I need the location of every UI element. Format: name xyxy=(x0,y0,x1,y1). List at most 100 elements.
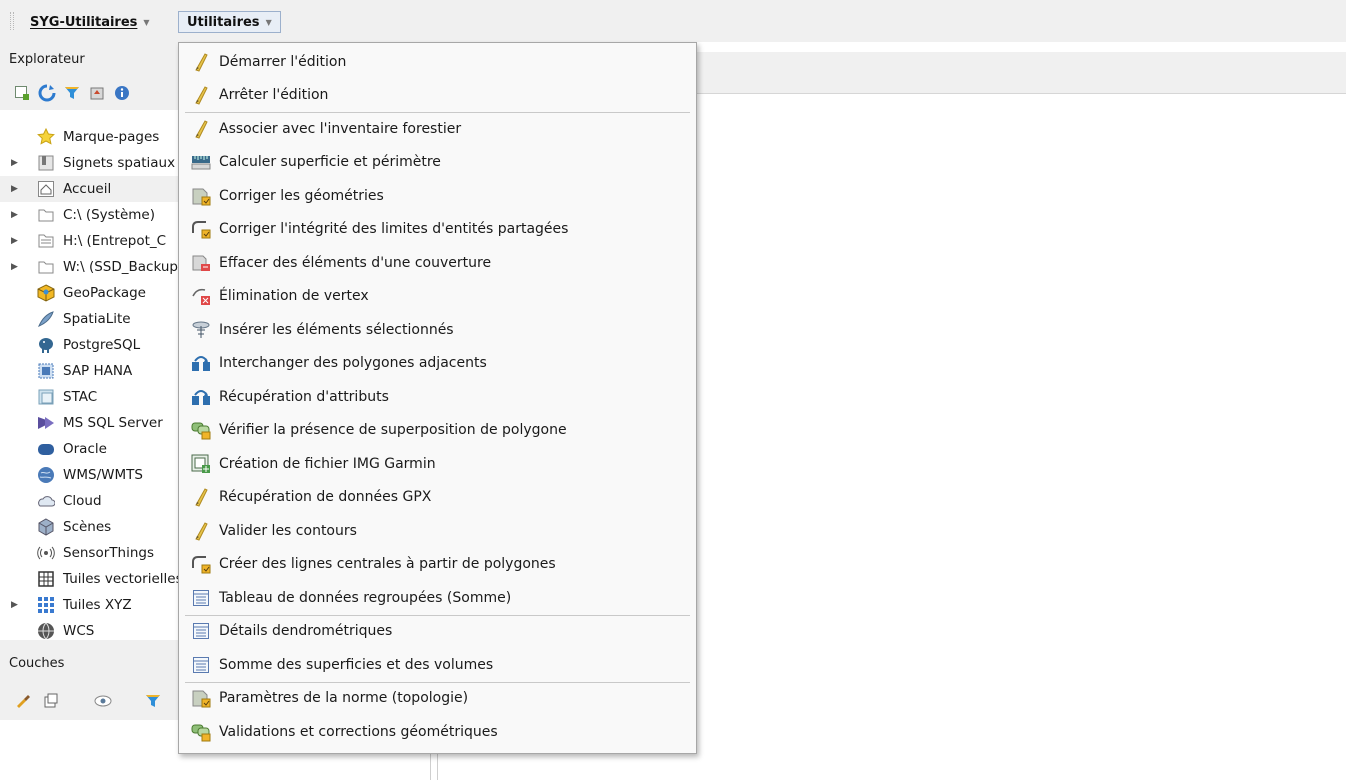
browser-item-label: Accueil xyxy=(63,181,112,197)
expand-arrow-icon[interactable]: ▶ xyxy=(11,262,18,272)
menu-item-label: Créer des lignes centrales à partir de p… xyxy=(219,556,556,572)
home-icon xyxy=(36,179,56,199)
browser-item[interactable]: STAC xyxy=(0,384,178,410)
filter-icon[interactable] xyxy=(144,692,162,710)
browser-item[interactable]: Marque-pages xyxy=(0,124,178,150)
menu-item[interactable]: Récupération de données GPX xyxy=(179,481,696,514)
menu-item-label: Insérer les éléments sélectionnés xyxy=(219,321,454,338)
menu-item[interactable]: Validations et corrections géométriques xyxy=(179,715,696,748)
browser-panel-title: Explorateur xyxy=(0,42,178,76)
overlap-icon xyxy=(191,722,211,742)
menu-item-label: Récupération d'attributs xyxy=(219,388,389,405)
menu-item[interactable]: Valider les contours xyxy=(179,514,696,547)
expand-arrow-icon[interactable]: ▶ xyxy=(11,236,18,246)
menu-item[interactable]: Effacer des éléments d'une couverture xyxy=(179,246,696,279)
menu-item[interactable]: Somme des superficies et des volumes xyxy=(179,648,696,681)
menu-item[interactable]: Paramètres de la norme (topologie) xyxy=(179,682,696,715)
chevron-down-icon: ▼ xyxy=(265,17,272,27)
grid-icon xyxy=(36,569,56,589)
menu-item[interactable]: Tableau de données regroupées (Somme) xyxy=(179,581,696,614)
browser-item[interactable]: GeoPackage xyxy=(0,280,178,306)
vertex-delete-icon xyxy=(191,286,211,306)
star-icon xyxy=(36,127,56,147)
browser-item-label: SensorThings xyxy=(63,545,154,561)
browser-item[interactable]: Scènes xyxy=(0,514,178,540)
eye-icon[interactable] xyxy=(94,692,112,710)
browser-item-label: Signets spatiaux xyxy=(63,155,176,171)
browser-item[interactable]: ▶ W:\ (SSD_Backup xyxy=(0,254,178,280)
browser-item[interactable]: Tuiles vectorielles xyxy=(0,566,178,592)
menu-item-label: Somme des superficies et des volumes xyxy=(219,656,494,673)
panel-splitter[interactable] xyxy=(430,752,438,780)
expand-arrow-icon[interactable]: ▶ xyxy=(11,158,18,168)
menu-item[interactable]: Associer avec l'inventaire forestier xyxy=(179,112,696,145)
globe-icon xyxy=(36,465,56,485)
feather-icon xyxy=(36,309,56,329)
table-icon xyxy=(191,588,211,608)
menu-item[interactable]: Corriger l'intégrité des limites d'entit… xyxy=(179,213,696,246)
browser-item[interactable]: ▶ Accueil xyxy=(0,176,178,202)
menu-item[interactable]: Récupération d'attributs xyxy=(179,380,696,413)
browser-item[interactable]: SensorThings xyxy=(0,540,178,566)
stac-icon xyxy=(36,387,56,407)
utilitaires-menu[interactable]: Utilitaires ▼ xyxy=(178,11,281,33)
elephant-icon xyxy=(36,335,56,355)
browser-item[interactable]: ▶ Tuiles XYZ xyxy=(0,592,178,618)
fix-geometry-icon xyxy=(191,688,211,708)
pencil-icon xyxy=(191,52,211,72)
browser-item-label: Tuiles vectorielles xyxy=(63,571,178,587)
browser-item-label: Cloud xyxy=(63,493,102,509)
swap-polygon-icon xyxy=(191,387,211,407)
browser-item[interactable]: ▶ H:\ (Entrepot_C xyxy=(0,228,178,254)
refresh-icon[interactable] xyxy=(38,84,56,102)
expand-arrow-icon[interactable]: ▶ xyxy=(11,184,18,194)
browser-item-label: MS SQL Server xyxy=(63,415,163,431)
menu-item[interactable]: Créer des lignes centrales à partir de p… xyxy=(179,548,696,581)
style-icon[interactable] xyxy=(14,692,32,710)
network-drive-icon xyxy=(36,231,56,251)
menu-item[interactable]: Arrêter l'édition xyxy=(179,79,696,112)
browser-item-label: GeoPackage xyxy=(63,285,146,301)
menu-item[interactable]: Détails dendrométriques xyxy=(179,615,696,648)
menu-item[interactable]: Démarrer l'édition xyxy=(179,45,696,78)
browser-item[interactable]: SAP HANA xyxy=(0,358,178,384)
pencil-icon xyxy=(191,487,211,507)
menu-item[interactable]: Insérer les éléments sélectionnés xyxy=(179,313,696,346)
menu-item[interactable]: Vérifier la présence de superposition de… xyxy=(179,414,696,447)
fix-line-icon xyxy=(191,219,211,239)
menu-item-label: Élimination de vertex xyxy=(219,288,369,304)
qgis-window: SYG-Utilitaires ▼ Utilitaires ▼ Explorat… xyxy=(0,0,1346,780)
fix-line-icon xyxy=(191,554,211,574)
menu-item[interactable]: Calculer superficie et périmètre xyxy=(179,146,696,179)
menu-item[interactable]: Interchanger des polygones adjacents xyxy=(179,347,696,380)
utilitaires-label: Utilitaires xyxy=(187,14,260,30)
add-group-icon[interactable] xyxy=(42,692,60,710)
menu-item[interactable]: Corriger les géométries xyxy=(179,179,696,212)
browser-item[interactable]: SpatiaLite xyxy=(0,306,178,332)
expand-arrow-icon[interactable]: ▶ xyxy=(11,210,18,220)
browser-item[interactable]: PostgreSQL xyxy=(0,332,178,358)
menu-item[interactable]: Élimination de vertex xyxy=(179,280,696,313)
pencil-icon xyxy=(191,119,211,139)
filter-icon[interactable] xyxy=(63,84,81,102)
menu-item-label: Récupération de données GPX xyxy=(219,489,432,505)
add-layer-icon[interactable] xyxy=(13,84,31,102)
syg-utilitaires-menu[interactable]: SYG-Utilitaires ▼ xyxy=(22,11,158,33)
browser-item[interactable]: Oracle xyxy=(0,436,178,462)
browser-item[interactable]: Cloud xyxy=(0,488,178,514)
erase-icon xyxy=(191,253,211,273)
menu-item[interactable]: Création de fichier IMG Garmin xyxy=(179,447,696,480)
toolbar-grip-handle[interactable] xyxy=(10,12,14,30)
info-icon[interactable] xyxy=(113,84,131,102)
browser-item[interactable]: MS SQL Server xyxy=(0,410,178,436)
collapse-icon[interactable] xyxy=(88,84,106,102)
hana-icon xyxy=(36,361,56,381)
browser-item[interactable]: ▶ C:\ (Système) xyxy=(0,202,178,228)
browser-item[interactable]: ▶ Signets spatiaux xyxy=(0,150,178,176)
menu-item-label: Associer avec l'inventaire forestier xyxy=(219,120,462,137)
plugin-toolbar: SYG-Utilitaires ▼ Utilitaires ▼ xyxy=(0,0,1346,42)
expand-arrow-icon[interactable]: ▶ xyxy=(11,600,18,610)
browser-item-label: Marque-pages xyxy=(63,129,160,145)
browser-item[interactable]: WMS/WMTS xyxy=(0,462,178,488)
pencil-icon xyxy=(191,521,211,541)
